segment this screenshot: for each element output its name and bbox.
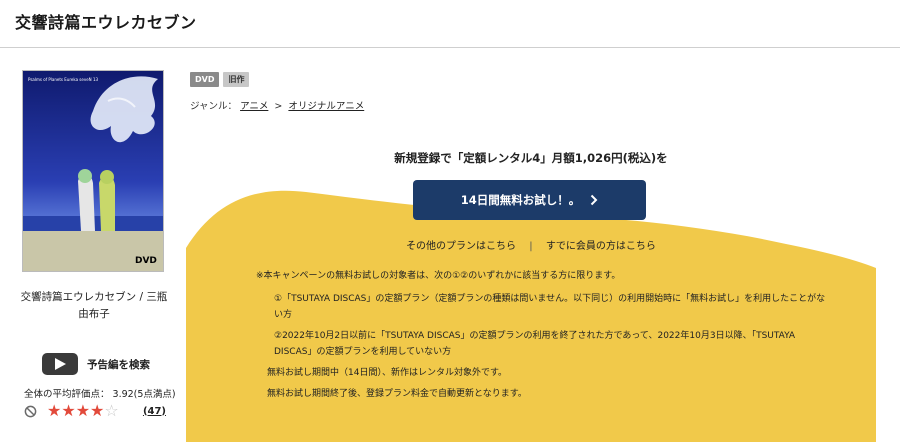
member-login-link[interactable]: すでに会員の方はこちら (546, 241, 656, 252)
eligibility-condition-1: ①「TSUTAYA DISCAS」の定額プラン（定額プランの種類は問いません。以… (274, 294, 826, 320)
average-rating-text: 全体の平均評価点： 3.92(5点満点) (24, 389, 176, 400)
free-trial-button[interactable]: 14日間無料お試し！。 (413, 180, 646, 220)
free-trial-label: 14日間無料お試し！。 (460, 193, 581, 207)
genre-link-anime[interactable]: アニメ (240, 101, 268, 112)
trial-note-auto-renewal: 無料お試し期間終了後、登録プラン料金で自動更新となります。 (267, 389, 527, 399)
star-full-icon: ★ (90, 401, 105, 420)
title-bar: 交響詩篇エウレカセブン (0, 0, 900, 48)
campaign-eligibility-notice: ※本キャンペーンの無料お試しの対象者は、次の①②のいずれかに該当する方に限ります… (256, 271, 621, 281)
cover-caption: 交響詩篇エウレカセブン / 三瓶由布子 (20, 291, 168, 320)
eligibility-condition-2: ②2022年10月2日以前に「TSUTAYA DISCAS」の定額プランの利用を… (274, 331, 796, 357)
trial-note-new-releases: 無料お試し期間中（14日間）、新作はレンタル対象外です。 (267, 368, 508, 378)
genre-link-original-anime[interactable]: オリジナルアニメ (288, 101, 364, 112)
campaign-heading: 新規登録で「定額レンタル4」月額1,026円(税込)を (394, 151, 668, 165)
rating-row: ★ ★ ★ ★ ☆ (47) (24, 403, 166, 419)
trailer-label: 予告編を検索 (87, 358, 150, 371)
catalog-tag: 旧作 (223, 72, 250, 87)
star-rating: ★ ★ ★ ★ ☆ (47, 403, 119, 419)
star-full-icon: ★ (47, 401, 62, 420)
dvd-cover-image[interactable]: Psalms of Planets Eureka seveN 13 DVD (22, 70, 164, 272)
play-icon (42, 353, 78, 375)
chevron-right-icon (591, 194, 598, 206)
not-interested-icon[interactable] (24, 405, 37, 418)
star-empty-icon: ☆ (104, 401, 119, 420)
other-plans-link[interactable]: その他のプランはこちら (406, 241, 516, 252)
plan-links: その他のプランはこちら | すでに会員の方はこちら (186, 237, 876, 252)
review-count-link[interactable]: (47) (143, 406, 166, 417)
star-full-icon: ★ (75, 401, 91, 420)
cover-title-text: Psalms of Planets Eureka seveN 13 (28, 77, 98, 82)
page-title: 交響詩篇エウレカセブン (15, 13, 197, 32)
genre-separator: > (274, 101, 283, 112)
genre-breadcrumb: ジャンル： アニメ > オリジナルアニメ (190, 98, 364, 112)
format-tags: DVD 旧作 (190, 72, 250, 87)
star-full-icon: ★ (61, 401, 76, 420)
cover-dvd-logo: DVD (135, 256, 157, 266)
dvd-tag: DVD (190, 72, 220, 87)
trailer-search-button[interactable]: 予告編を検索 (42, 353, 150, 375)
genre-label: ジャンル： (190, 101, 238, 112)
link-divider: | (529, 241, 533, 252)
